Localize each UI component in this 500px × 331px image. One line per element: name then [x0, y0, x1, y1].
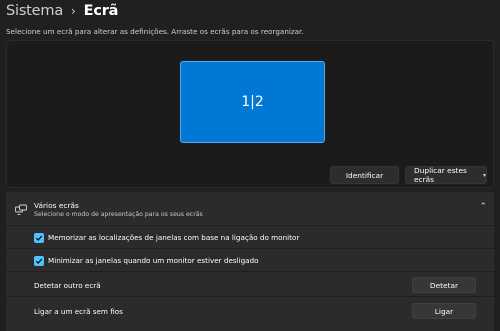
breadcrumb-separator-icon: ›: [71, 4, 76, 18]
multiple-monitors-icon: [15, 204, 27, 215]
detect-display-row: Detetar outro ecrã Detetar: [6, 273, 494, 297]
remember-windows-label: Memorizar as localizações de janelas com…: [48, 233, 300, 242]
detect-button[interactable]: Detetar: [412, 277, 476, 293]
page-title: Ecrã: [83, 3, 119, 19]
monitor-tile[interactable]: 1|2: [180, 61, 325, 143]
wireless-display-row: Ligar a um ecrã sem fios Ligar: [6, 298, 494, 331]
checkmark-icon: [35, 235, 43, 241]
minimize-windows-label: Minimizar as janelas quando um monitor e…: [48, 256, 259, 265]
breadcrumb: Sistema › Ecrã: [6, 0, 118, 22]
minimize-windows-row: Minimizar as janelas quando um monitor e…: [6, 250, 494, 272]
monitor-label: 1|2: [241, 94, 264, 110]
detect-display-label: Detetar outro ecrã: [34, 281, 101, 290]
checkmark-icon: [35, 258, 43, 264]
remember-windows-row: Memorizar as localizações de janelas com…: [6, 227, 494, 249]
display-mode-value: Duplicar estes ecrãs: [414, 166, 467, 184]
display-mode-dropdown[interactable]: Duplicar estes ecrãs ▾: [405, 166, 487, 184]
section-subtitle: Selecione o modo de apresentação para os…: [34, 211, 203, 218]
remember-windows-checkbox[interactable]: [34, 233, 44, 243]
display-arrangement-panel: 1|2 Identificar Duplicar estes ecrãs ▾: [6, 40, 494, 188]
multiple-displays-section: Vários ecrãs Selecione o modo de apresen…: [6, 192, 494, 331]
chevron-up-icon[interactable]: ⌃: [479, 202, 487, 212]
connect-button[interactable]: Ligar: [412, 303, 476, 319]
breadcrumb-parent-sistema[interactable]: Sistema: [6, 3, 63, 19]
wireless-display-label: Ligar a um ecrã sem fios: [34, 307, 123, 316]
section-title: Vários ecrãs: [34, 201, 79, 210]
minimize-windows-checkbox[interactable]: [34, 256, 44, 266]
arrange-hint: Selecione um ecrã para alterar as defini…: [6, 27, 304, 36]
identify-button[interactable]: Identificar: [330, 166, 399, 184]
chevron-down-icon: ▾: [482, 171, 486, 179]
multiple-displays-header[interactable]: Vários ecrãs Selecione o modo de apresen…: [6, 192, 494, 226]
